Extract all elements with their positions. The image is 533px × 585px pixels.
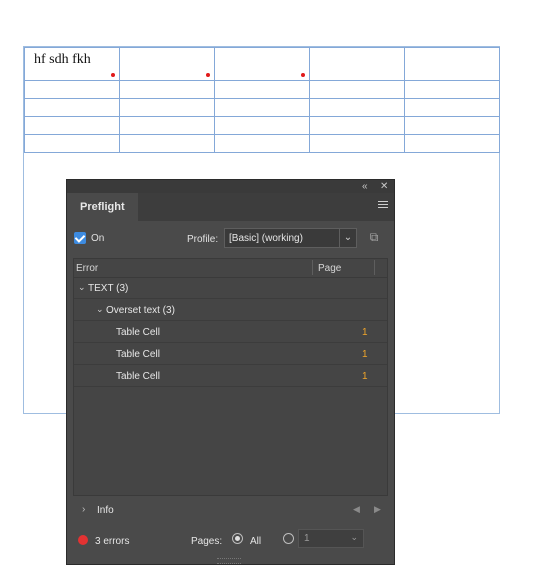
page-range-field[interactable]: 1 ⌄: [298, 529, 364, 548]
table-cell[interactable]: [214, 47, 310, 81]
info-section[interactable]: › Info ◀ ▶: [73, 500, 388, 522]
table-cell[interactable]: [24, 116, 120, 135]
table-cell[interactable]: [24, 80, 120, 99]
error-subcategory-label: Overset text (3): [106, 305, 175, 316]
chevron-right-icon[interactable]: ›: [82, 504, 85, 515]
list-header: Error Page: [74, 259, 387, 278]
table-cell[interactable]: [119, 80, 215, 99]
chevron-down-icon[interactable]: ⌄: [339, 229, 356, 247]
preflight-panel: « ✕ Preflight On Profile: [Basic] (worki…: [67, 180, 394, 564]
overset-marker: [111, 73, 115, 77]
error-item-label: Table Cell: [116, 327, 160, 338]
column-divider[interactable]: [312, 260, 313, 275]
chevron-down-icon[interactable]: ⌄: [96, 304, 104, 315]
list-item[interactable]: ⌄ Overset text (3): [74, 300, 387, 321]
table-cell[interactable]: [404, 116, 500, 135]
pages-all-radio[interactable]: [232, 533, 243, 544]
table-cell[interactable]: [309, 116, 405, 135]
table-row: hf sdh fkh: [24, 47, 500, 81]
chevron-down-icon[interactable]: ⌄: [350, 532, 358, 543]
table-cell[interactable]: [119, 47, 215, 81]
close-icon[interactable]: ✕: [380, 180, 388, 193]
pages-range-radio[interactable]: [283, 533, 294, 544]
error-status-icon: [78, 535, 88, 545]
previous-arrow-icon[interactable]: ◀: [353, 504, 360, 515]
table-row: [24, 98, 500, 117]
table-cell[interactable]: [309, 80, 405, 99]
profile-select[interactable]: [Basic] (working) ⌄: [224, 228, 357, 248]
list-item[interactable]: Table Cell 1: [74, 322, 387, 343]
table-cell[interactable]: [309, 98, 405, 117]
column-header-error[interactable]: Error: [76, 263, 98, 274]
document-table[interactable]: hf sdh fkh: [24, 47, 500, 153]
overset-marker: [206, 73, 210, 77]
table-cell[interactable]: [214, 134, 310, 153]
profile-label: Profile:: [187, 234, 219, 245]
hamburger-menu-icon[interactable]: [378, 201, 388, 211]
page-range-value: 1: [304, 533, 310, 544]
table-cell[interactable]: [119, 116, 215, 135]
define-profiles-icon[interactable]: ⧉: [366, 229, 382, 245]
pages-label: Pages:: [191, 536, 223, 547]
error-page-link[interactable]: 1: [362, 371, 368, 382]
next-arrow-icon[interactable]: ▶: [374, 504, 381, 515]
list-item[interactable]: Table Cell 1: [74, 344, 387, 365]
double-chevron-left-icon[interactable]: «: [362, 180, 368, 193]
error-item-label: Table Cell: [116, 371, 160, 382]
table-cell[interactable]: [119, 98, 215, 117]
table-cell[interactable]: [119, 134, 215, 153]
profile-row: On Profile: [Basic] (working) ⌄ ⧉: [67, 228, 394, 252]
column-header-page[interactable]: Page: [318, 263, 341, 274]
cell-text[interactable]: hf sdh fkh: [34, 52, 91, 68]
overset-marker: [301, 73, 305, 77]
table-cell[interactable]: [404, 47, 500, 81]
table-cell[interactable]: hf sdh fkh: [24, 47, 120, 81]
error-page-link[interactable]: 1: [362, 349, 368, 360]
table-cell[interactable]: [214, 98, 310, 117]
column-divider[interactable]: [374, 260, 375, 275]
error-item-label: Table Cell: [116, 349, 160, 360]
on-label: On: [91, 233, 105, 244]
table-row: [24, 80, 500, 99]
table-cell[interactable]: [404, 80, 500, 99]
error-category-label: TEXT (3): [88, 283, 129, 294]
table-cell[interactable]: [24, 134, 120, 153]
table-cell[interactable]: [404, 98, 500, 117]
list-item[interactable]: Table Cell 1: [74, 366, 387, 387]
table-cell[interactable]: [214, 116, 310, 135]
profile-value: [Basic] (working): [229, 233, 303, 244]
panel-tab-bar: Preflight: [67, 193, 394, 221]
panel-title-bar[interactable]: « ✕: [67, 180, 394, 193]
resize-grip[interactable]: [217, 558, 241, 564]
list-item[interactable]: ⌄ TEXT (3): [74, 278, 387, 299]
error-list: Error Page ⌄ TEXT (3) ⌄ Overset text (3)…: [73, 258, 388, 496]
chevron-down-icon[interactable]: ⌄: [78, 282, 86, 293]
table-cell[interactable]: [309, 134, 405, 153]
table-cell[interactable]: [24, 98, 120, 117]
panel-footer: 3 errors Pages: All 1 ⌄: [67, 526, 394, 556]
table-row: [24, 134, 500, 153]
table-cell[interactable]: [214, 80, 310, 99]
tab-preflight[interactable]: Preflight: [67, 193, 138, 221]
table-row: [24, 116, 500, 135]
pages-all-label: All: [250, 536, 262, 547]
error-count[interactable]: 3 errors: [95, 536, 129, 547]
table-cell[interactable]: [309, 47, 405, 81]
error-page-link[interactable]: 1: [362, 327, 368, 338]
info-label: Info: [97, 505, 114, 516]
on-checkbox[interactable]: [74, 232, 86, 244]
table-cell[interactable]: [404, 134, 500, 153]
